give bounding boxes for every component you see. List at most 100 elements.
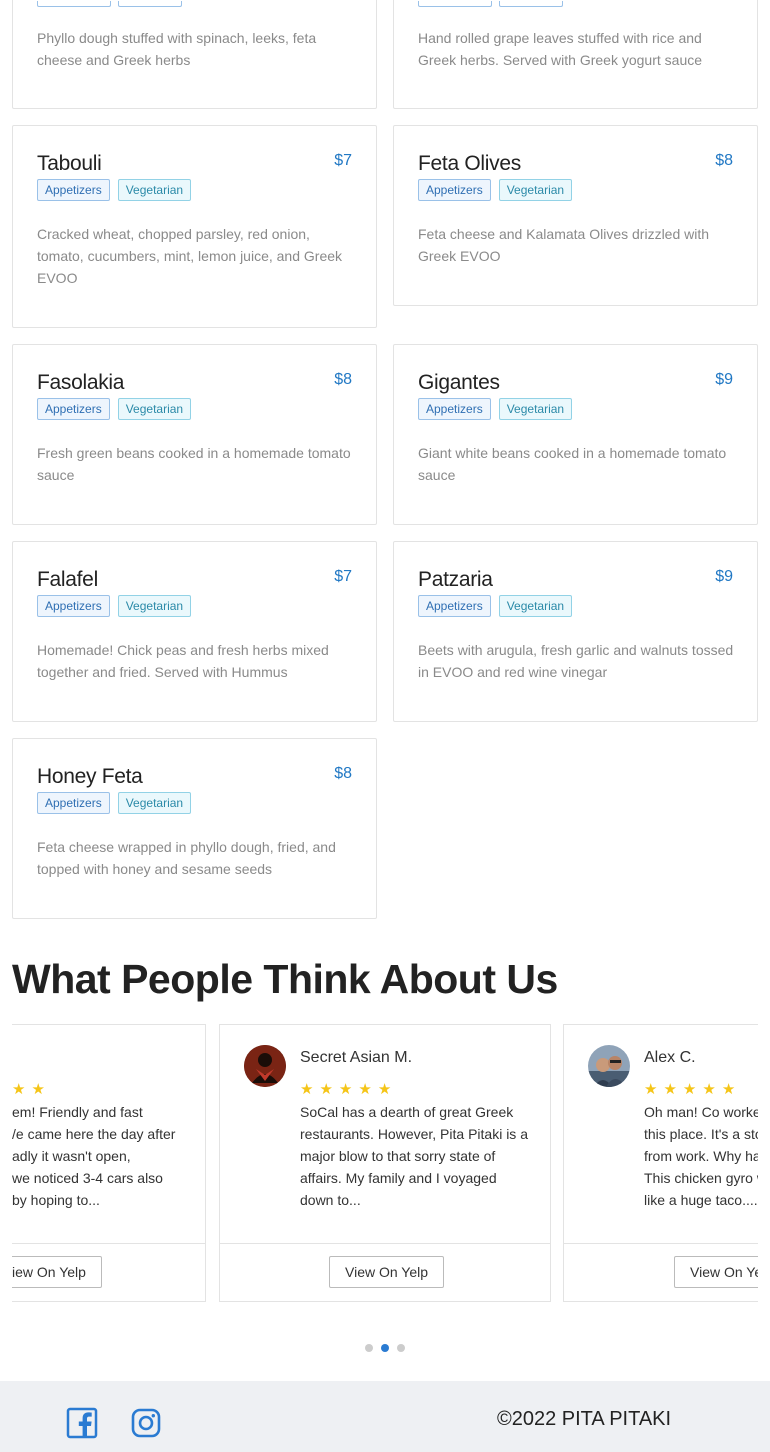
menu-item-tags: Appetizers Vegetarian [418,398,573,420]
view-on-yelp-button[interactable]: View On Yelp [329,1256,445,1288]
reviewer-avatar [588,1045,630,1087]
review-card-footer: iew On Yelp [12,1243,205,1301]
review-text-line: adly it wasn't open, [12,1148,131,1164]
menu-item-description: Fresh green beans cooked in a homemade t… [37,445,351,483]
menu-item-description: Feta cheese and Kalamata Olives drizzled… [418,226,710,264]
menu-card: Tabouli $7 Appetizers Vegetarian Cracked… [12,125,377,328]
review-card-footer: View On Ye [564,1243,758,1301]
tag-partial [499,1,563,7]
review-card: ★ ★ em! Friendly and fast /e came here t… [12,1024,206,1302]
tag-appetizers: Appetizers [37,792,110,814]
tag-vegetarian: Vegetarian [117,179,192,201]
reviews-section-title: What People Think About Us [12,956,558,1002]
reviewer-avatar [244,1045,286,1087]
star-icon: ★ [319,1081,333,1098]
menu-item-name: Tabouli [37,152,102,175]
tag-vegetarian: Vegetarian [117,792,192,814]
review-text-line: This chicken gyro w [644,1170,758,1186]
tag-vegetarian: Vegetarian [498,398,573,420]
tag-vegetarian: Vegetarian [498,179,573,201]
menu-item-price: $8 [334,371,352,388]
menu-item-price: $7 [334,152,352,169]
review-card-footer: View On Yelp [220,1243,550,1301]
tag-appetizers: Appetizers [418,398,491,420]
tag-vegetarian: Vegetarian [117,398,192,420]
carousel-dot-active[interactable] [381,1344,389,1352]
menu-item-tags: Appetizers Vegetarian [37,398,192,420]
menu-item-tags: Appetizers Vegetarian [418,179,573,201]
menu-item-name: Fasolakia [37,371,125,394]
reviewer-name: Alex C. [644,1049,696,1066]
menu-item-description: Homemade! Chick peas and fresh herbs mix… [37,642,329,680]
menu-item-price: $8 [715,152,733,169]
facebook-icon[interactable] [66,1407,98,1439]
star-icon: ★ [663,1081,677,1098]
star-icon: ★ [12,1081,26,1098]
reviewer-name: Secret Asian M. [300,1049,413,1066]
view-on-yelp-button[interactable]: iew On Yelp [12,1256,102,1288]
review-text: SoCal has a dearth of great Greek restau… [300,1104,528,1208]
menu-item-name: Gigantes [418,371,500,394]
instagram-icon[interactable] [130,1407,162,1439]
review-text-line: this place. It's a sto [644,1126,758,1142]
menu-card: Honey Feta $8 Appetizers Vegetarian Feta… [12,738,377,919]
star-icon: ★ [644,1081,658,1098]
review-text-line: from work. Why ha [644,1148,758,1164]
tag-partial [37,1,111,7]
tag-appetizers: Appetizers [37,179,110,201]
star-icon: ★ [377,1081,392,1098]
menu-card: Fasolakia $8 Appetizers Vegetarian Fresh… [12,344,377,525]
reviews-carousel[interactable]: ★ ★ em! Friendly and fast /e came here t… [12,1024,758,1304]
star-icon: ★ [702,1081,716,1098]
menu-card: Patzaria $9 Appetizers Vegetarian Beets … [393,541,758,722]
menu-item-price: $8 [334,765,352,782]
carousel-pagination [365,1344,405,1352]
menu-item-price: $9 [715,371,733,388]
review-text: Oh man! Co worker this place. It's a sto… [644,1101,758,1211]
star-icon: ★ [338,1081,353,1098]
menu-item-description: Feta cheese wrapped in phyllo dough, fri… [37,839,336,877]
menu-item-description: Cracked wheat, chopped parsley, red onio… [37,226,343,286]
star-icon: ★ [721,1081,736,1098]
site-footer: ©2022 PITA PITAKI [0,1381,770,1452]
tag-partial [418,1,492,7]
review-text-line: em! Friendly and fast [12,1104,143,1120]
review-text-line: we noticed 3-4 cars also [12,1170,163,1186]
star-icon: ★ [31,1081,45,1098]
menu-item-tags: Appetizers Vegetarian [37,595,192,617]
menu-item-name: Honey Feta [37,765,143,788]
tag-partial [118,1,182,7]
review-text-line: like a huge taco.... [644,1192,758,1208]
review-text: em! Friendly and fast /e came here the d… [12,1101,205,1211]
copyright-text: ©2022 PITA PITAKI [497,1408,672,1430]
tag-appetizers: Appetizers [418,179,491,201]
view-on-yelp-button[interactable]: View On Ye [674,1256,758,1288]
carousel-dot[interactable] [365,1344,373,1352]
menu-item-name: Feta Olives [418,152,521,175]
star-icon: ★ [300,1081,314,1098]
carousel-dot[interactable] [397,1344,405,1352]
review-card: Alex C. ★ ★ ★ ★ ★ Oh man! Co worker this… [563,1024,758,1302]
menu-card: Falafel $7 Appetizers Vegetarian Homemad… [12,541,377,722]
menu-item-description: Hand rolled grape leaves stuffed with ri… [418,30,703,68]
rating-stars: ★ ★ [12,1081,45,1099]
menu-item-tags: Appetizers Vegetarian [37,792,192,814]
review-text-line: by hoping to... [12,1192,100,1208]
menu-item-price: $9 [715,568,733,585]
tag-vegetarian: Vegetarian [117,595,192,617]
review-text-line: Oh man! Co worker [644,1104,758,1120]
menu-card-partial-right: Hand rolled grape leaves stuffed with ri… [393,0,758,109]
star-icon: ★ [358,1081,372,1098]
menu-item-description: Giant white beans cooked in a homemade t… [418,445,727,483]
review-text-line: /e came here the day after [12,1126,176,1142]
tag-vegetarian: Vegetarian [498,595,573,617]
star-icon: ★ [682,1081,697,1098]
menu-card-partial-left: Phyllo dough stuffed with spinach, leeks… [12,0,377,109]
rating-stars: ★ ★ ★ ★ ★ [644,1081,735,1099]
menu-card: Gigantes $9 Appetizers Vegetarian Giant … [393,344,758,525]
tag-appetizers: Appetizers [418,595,491,617]
menu-item-description: Phyllo dough stuffed with spinach, leeks… [37,30,317,68]
rating-stars: ★ ★ ★ ★ ★ [300,1081,391,1099]
menu-item-description: Beets with arugula, fresh garlic and wal… [418,642,734,680]
menu-item-name: Patzaria [418,568,493,591]
